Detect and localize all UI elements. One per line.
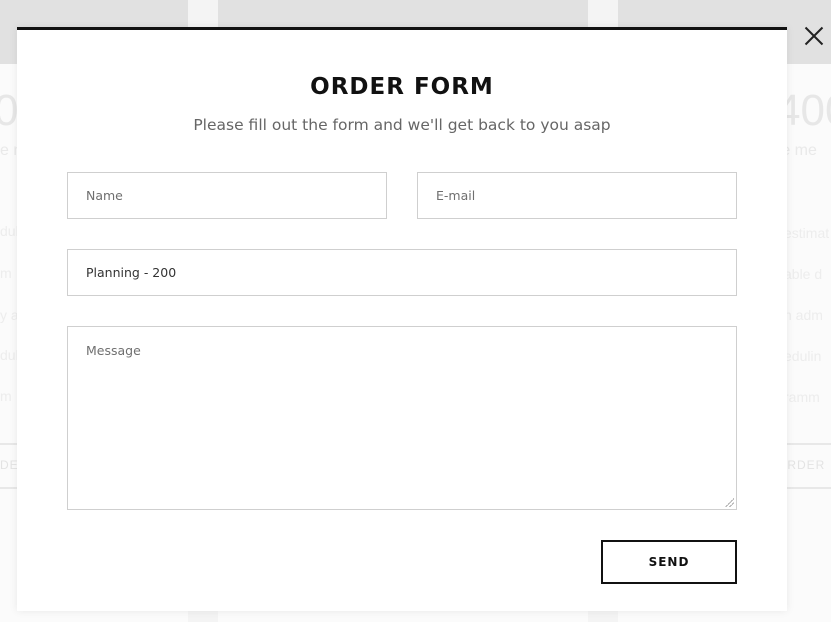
- service-input[interactable]: [67, 249, 737, 296]
- send-button[interactable]: SEND: [601, 540, 737, 584]
- name-input[interactable]: [67, 172, 387, 219]
- message-textarea[interactable]: [67, 326, 737, 510]
- modal-title: ORDER FORM: [310, 74, 494, 100]
- close-icon[interactable]: [802, 24, 826, 48]
- email-input[interactable]: [417, 172, 737, 219]
- resize-handle-icon[interactable]: [724, 497, 734, 507]
- modal-subtitle: Please fill out the form and we'll get b…: [193, 116, 611, 134]
- order-form-modal: ORDER FORM Please fill out the form and …: [17, 27, 787, 611]
